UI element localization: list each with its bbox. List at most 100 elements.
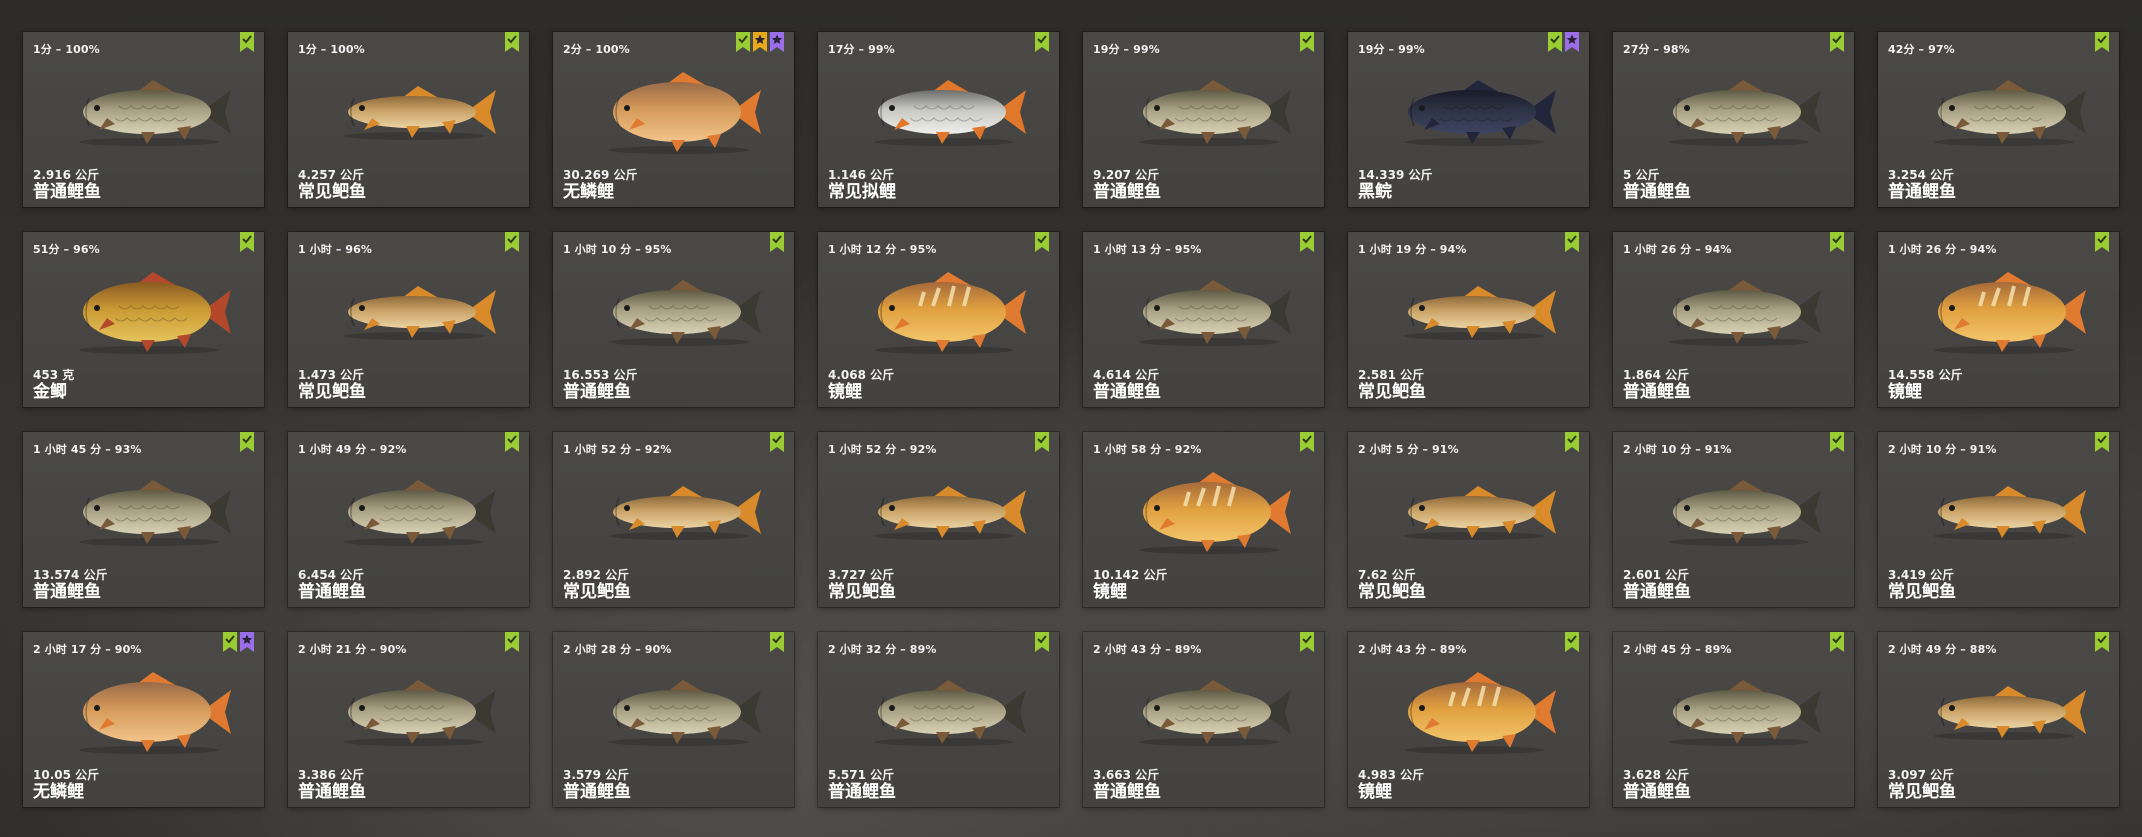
catch-card[interactable]: 19分 – 99% 9.207 公斤 普通鲤鱼: [1083, 32, 1324, 207]
gold-star-ribbon-icon: [753, 32, 767, 52]
catch-card[interactable]: 1 小时 26 分 – 94% 14.558 公斤 镜鲤: [1878, 232, 2119, 407]
catch-weight: 3.419 公斤: [1888, 568, 1955, 582]
catch-weight: 1.146 公斤: [828, 168, 895, 182]
badge-group: [2095, 32, 2109, 52]
fish-name: 普通鲤鱼: [1093, 782, 1161, 803]
catch-weight: 4.983 公斤: [1358, 768, 1425, 782]
completed-ribbon-icon: [1565, 232, 1579, 252]
catch-time: 2 小时 10 分 – 91%: [1623, 443, 1732, 456]
catch-card[interactable]: 17分 – 99% 1.146 公斤 常见拟鲤: [818, 32, 1059, 207]
fish-name: 常见鲃鱼: [828, 582, 896, 603]
completed-ribbon-icon: [1035, 232, 1049, 252]
catch-weight: 453 克: [33, 368, 75, 382]
catch-card[interactable]: 2 小时 5 分 – 91% 7.62 公斤 常见鲃鱼: [1348, 432, 1589, 607]
completed-ribbon-icon: [1035, 632, 1049, 652]
catch-card[interactable]: 1 小时 52 分 – 92% 3.727 公斤 常见鲃鱼: [818, 432, 1059, 607]
catch-card[interactable]: 27分 – 98% 5 公斤 普通鲤鱼: [1613, 32, 1854, 207]
catch-time: 2 小时 32 分 – 89%: [828, 643, 937, 656]
catch-card[interactable]: 1 小时 52 分 – 92% 2.892 公斤 常见鲃鱼: [553, 432, 794, 607]
completed-ribbon-icon: [1300, 432, 1314, 452]
fish-name: 普通鲤鱼: [563, 782, 631, 803]
catch-card[interactable]: 2分 – 100% 30.269 公斤 无鳞鲤: [553, 32, 794, 207]
completed-ribbon-icon: [736, 32, 750, 52]
catch-card[interactable]: 2 小时 49 分 – 88% 3.097 公斤 常见鲃鱼: [1878, 632, 2119, 807]
completed-ribbon-icon: [240, 432, 254, 452]
completed-ribbon-icon: [770, 632, 784, 652]
catch-card[interactable]: 1 小时 – 96% 1.473 公斤 常见鲃鱼: [288, 232, 529, 407]
fish-name: 无鳞鲤: [563, 182, 614, 203]
completed-ribbon-icon: [770, 432, 784, 452]
fish-name: 常见鲃鱼: [1358, 582, 1426, 603]
completed-ribbon-icon: [770, 232, 784, 252]
fish-name: 普通鲤鱼: [33, 582, 101, 603]
fish-name: 常见拟鲤: [828, 182, 896, 203]
fish-common-image: [609, 680, 761, 746]
catch-card[interactable]: 51分 – 96% 453 克 金鲫: [23, 232, 264, 407]
catch-card[interactable]: 2 小时 28 分 – 90% 3.579 公斤 普通鲤鱼: [553, 632, 794, 807]
badge-group: [1300, 232, 1314, 252]
fish-name: 普通鲤鱼: [298, 582, 366, 603]
fish-mirror-image: [1934, 272, 2086, 354]
completed-ribbon-icon: [240, 32, 254, 52]
fish-leather-image: [79, 672, 231, 754]
catch-weight: 6.454 公斤: [298, 568, 365, 582]
fish-name: 黑鲩: [1358, 182, 1392, 203]
fish-name: 镜鲤: [1888, 382, 1922, 403]
catch-card[interactable]: 1 小时 26 分 – 94% 1.864 公斤 普通鲤鱼: [1613, 232, 1854, 407]
completed-ribbon-icon: [2095, 632, 2109, 652]
fish-common-image: [1669, 680, 1821, 746]
fish-name: 普通鲤鱼: [33, 182, 101, 203]
badge-group: [505, 32, 519, 52]
fish-mirror-image: [1139, 472, 1291, 554]
catch-card[interactable]: 1分 – 100% 2.916 公斤 普通鲤鱼: [23, 32, 264, 207]
completed-ribbon-icon: [223, 632, 237, 652]
completed-ribbon-icon: [1300, 232, 1314, 252]
completed-ribbon-icon: [505, 632, 519, 652]
fish-name: 无鳞鲤: [33, 782, 84, 803]
catch-card[interactable]: 42分 – 97% 3.254 公斤 普通鲤鱼: [1878, 32, 2119, 207]
catch-card[interactable]: 19分 – 99% 14.339 公斤 黑鲩: [1348, 32, 1589, 207]
catch-card[interactable]: 2 小时 32 分 – 89% 5.571 公斤 普通鲤鱼: [818, 632, 1059, 807]
catch-card[interactable]: 2 小时 21 分 – 90% 3.386 公斤 普通鲤鱼: [288, 632, 529, 807]
catch-card[interactable]: 1 小时 12 分 – 95% 4.068 公斤 镜鲤: [818, 232, 1059, 407]
catch-time: 17分 – 99%: [828, 43, 895, 56]
purple-star-ribbon-icon: [1565, 32, 1579, 52]
fish-barbel-image: [609, 486, 761, 540]
catch-time: 1 小时 52 分 – 92%: [828, 443, 937, 456]
catch-card[interactable]: 2 小时 17 分 – 90% 10.05 公斤 无鳞鲤: [23, 632, 264, 807]
catch-time: 1分 – 100%: [33, 43, 100, 56]
catch-card[interactable]: 2 小时 10 分 – 91% 2.601 公斤 普通鲤鱼: [1613, 432, 1854, 607]
fish-mirror-image: [1404, 672, 1556, 754]
catch-card[interactable]: 2 小时 45 分 – 89% 3.628 公斤 普通鲤鱼: [1613, 632, 1854, 807]
catch-card[interactable]: 1 小时 58 分 – 92% 10.142 公斤 镜鲤: [1083, 432, 1324, 607]
catch-card[interactable]: 1 小时 10 分 – 95% 16.553 公斤 普通鲤鱼: [553, 232, 794, 407]
catch-card[interactable]: 1 小时 49 分 – 92% 6.454 公斤 普通鲤鱼: [288, 432, 529, 607]
catch-card[interactable]: 1 小时 19 分 – 94% 2.581 公斤 常见鲃鱼: [1348, 232, 1589, 407]
catch-weight: 10.142 公斤: [1093, 568, 1168, 582]
fish-common-image: [79, 80, 231, 146]
fish-barbel-image: [344, 86, 496, 140]
catch-weight: 3.254 公斤: [1888, 168, 1955, 182]
catch-card[interactable]: 2 小时 10 分 – 91% 3.419 公斤 常见鲃鱼: [1878, 432, 2119, 607]
completed-ribbon-icon: [1830, 432, 1844, 452]
catch-card[interactable]: 1分 – 100% 4.257 公斤 常见鲃鱼: [288, 32, 529, 207]
fish-name: 普通鲤鱼: [1623, 582, 1691, 603]
badge-group: [1300, 32, 1314, 52]
catch-time: 2 小时 10 分 – 91%: [1888, 443, 1997, 456]
catch-grid: 1分 – 100% 2.916 公斤 普通鲤鱼 1分 – 100% 4.257 …: [23, 32, 2119, 807]
fish-name: 普通鲤鱼: [1888, 182, 1956, 203]
catch-weight: 3.727 公斤: [828, 568, 895, 582]
catch-weight: 13.574 公斤: [33, 568, 108, 582]
catch-card[interactable]: 2 小时 43 分 – 89% 3.663 公斤 普通鲤鱼: [1083, 632, 1324, 807]
fish-name: 常见鲃鱼: [1888, 582, 1956, 603]
badge-group: [1565, 432, 1579, 452]
badge-group: [1830, 32, 1844, 52]
completed-ribbon-icon: [1035, 32, 1049, 52]
catch-time: 2 小时 17 分 – 90%: [33, 643, 142, 656]
catch-card[interactable]: 1 小时 45 分 – 93% 13.574 公斤 普通鲤鱼: [23, 432, 264, 607]
fish-name: 镜鲤: [828, 382, 862, 403]
catch-weight: 4.614 公斤: [1093, 368, 1160, 382]
catch-card[interactable]: 2 小时 43 分 – 89% 4.983 公斤 镜鲤: [1348, 632, 1589, 807]
catch-weight: 2.601 公斤: [1623, 568, 1690, 582]
catch-card[interactable]: 1 小时 13 分 – 95% 4.614 公斤 普通鲤鱼: [1083, 232, 1324, 407]
